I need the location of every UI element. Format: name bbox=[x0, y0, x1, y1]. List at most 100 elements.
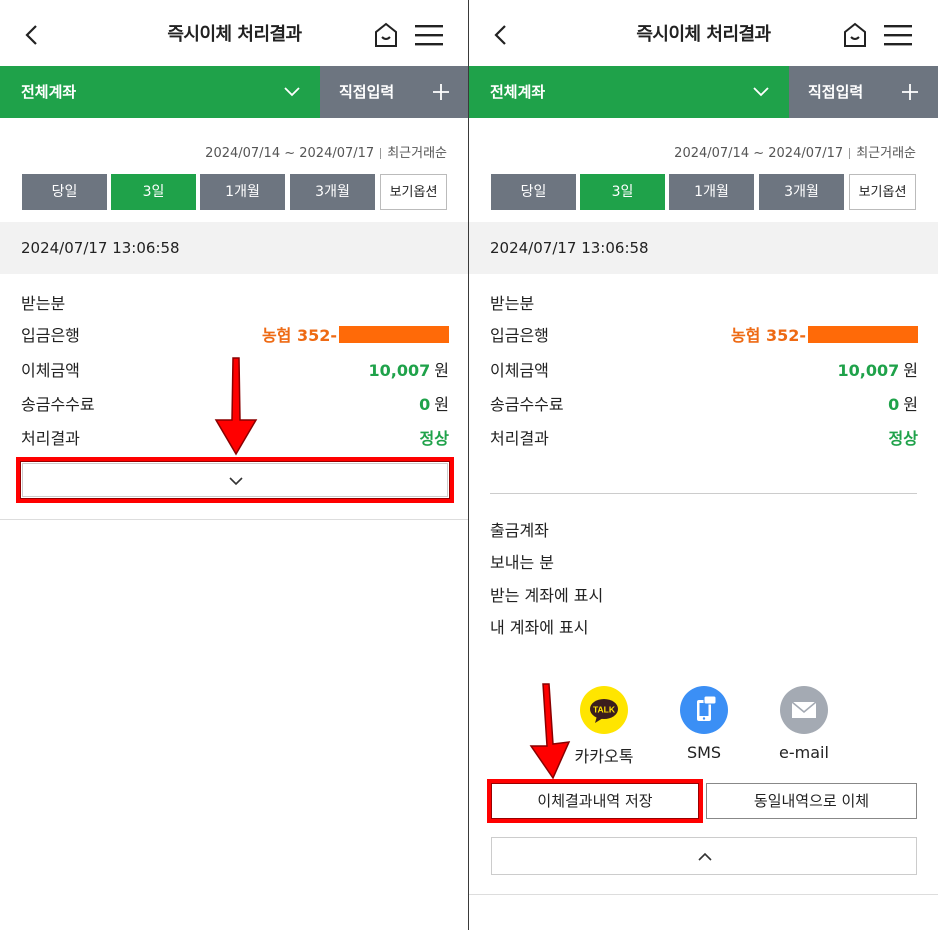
range-separator bbox=[380, 148, 382, 159]
recipient-label: 받는분 bbox=[21, 294, 66, 313]
all-accounts-dropdown[interactable]: 전체계좌 bbox=[0, 66, 320, 118]
app-header: 즉시이체 처리결과 bbox=[0, 0, 469, 66]
amount-label: 이체금액 bbox=[490, 361, 549, 380]
period-3days-button[interactable]: 3일 bbox=[580, 174, 665, 210]
amount-row: 이체금액 10,007 원 bbox=[490, 357, 918, 381]
envelope-icon bbox=[791, 701, 817, 718]
fee-unit: 원 bbox=[903, 395, 918, 414]
view-options-button[interactable]: 보기옵션 bbox=[849, 174, 916, 210]
speech-bubble-icon: TALK bbox=[590, 699, 618, 723]
share-email-button[interactable]: e-mail bbox=[754, 686, 854, 762]
direct-input-button[interactable]: 직접입력 bbox=[320, 66, 469, 118]
red-arrow-down-icon bbox=[529, 683, 571, 780]
red-arrow-down-icon bbox=[214, 357, 258, 456]
amount-unit: 원 bbox=[434, 361, 449, 380]
email-icon bbox=[780, 686, 828, 734]
date-range-text: 2024/07/14 ~ 2024/07/17 bbox=[674, 146, 844, 161]
result-value: 정상 bbox=[419, 429, 449, 448]
bank-row: 입금은행 농협 352- bbox=[490, 322, 918, 346]
transaction-date-band: 2024/07/17 13:06:58 bbox=[469, 222, 938, 274]
direct-input-label: 직접입력 bbox=[808, 83, 864, 101]
section-divider bbox=[469, 894, 938, 895]
sort-order-text[interactable]: 최근거래순 bbox=[856, 146, 916, 161]
date-range-info: 2024/07/14 ~ 2024/07/17 최근거래순 bbox=[205, 142, 447, 161]
fee-value: 0원 bbox=[419, 391, 449, 415]
redacted-account-number bbox=[808, 326, 918, 343]
result-label: 처리결과 bbox=[490, 429, 549, 448]
withdraw-account-row: 출금계좌 bbox=[490, 517, 918, 541]
period-today-button[interactable]: 당일 bbox=[491, 174, 576, 210]
sender-label: 보내는 분 bbox=[490, 553, 554, 572]
fee-value: 0원 bbox=[888, 391, 918, 415]
period-1month-button[interactable]: 1개월 bbox=[200, 174, 285, 210]
email-label: e-mail bbox=[779, 743, 829, 762]
amount-number: 10,007 bbox=[368, 361, 431, 380]
plus-icon bbox=[902, 84, 918, 100]
sms-label: SMS bbox=[686, 743, 722, 762]
hamburger-menu-icon[interactable] bbox=[414, 22, 444, 48]
direct-input-button[interactable]: 직접입력 bbox=[789, 66, 938, 118]
date-range-text: 2024/07/14 ~ 2024/07/17 bbox=[205, 146, 375, 161]
period-3months-button[interactable]: 3개월 bbox=[759, 174, 844, 210]
all-accounts-dropdown[interactable]: 전체계좌 bbox=[469, 66, 789, 118]
app-header: 즉시이체 처리결과 bbox=[469, 0, 938, 66]
period-today-button[interactable]: 당일 bbox=[22, 174, 107, 210]
amount-value: 10,007 원 bbox=[838, 357, 918, 381]
bank-label: 입금은행 bbox=[490, 326, 549, 345]
chevron-down-icon bbox=[753, 87, 769, 97]
left-screen: 즉시이체 처리결과 전체계좌 직접입력 2024/07/14 ~ 2024/07… bbox=[0, 0, 469, 930]
period-3months-button[interactable]: 3개월 bbox=[290, 174, 375, 210]
sort-order-text[interactable]: 최근거래순 bbox=[387, 146, 447, 161]
account-selector-bar: 전체계좌 직접입력 bbox=[0, 66, 469, 118]
range-separator bbox=[849, 148, 851, 159]
highlight-box bbox=[487, 779, 703, 823]
transaction-datetime: 2024/07/17 13:06:58 bbox=[21, 239, 180, 257]
fee-label: 송금수수료 bbox=[21, 395, 95, 414]
sender-row: 보내는 분 bbox=[490, 549, 918, 573]
chevron-up-icon bbox=[698, 852, 712, 861]
bank-label: 입금은행 bbox=[21, 326, 80, 345]
sms-icon bbox=[680, 686, 728, 734]
chevron-down-icon bbox=[284, 87, 300, 97]
period-filter: 당일 3일 1개월 3개월 보기옵션 bbox=[22, 174, 448, 210]
plus-icon bbox=[433, 84, 449, 100]
phone-message-icon bbox=[697, 695, 717, 721]
result-label: 처리결과 bbox=[21, 429, 80, 448]
amount-value: 10,007 원 bbox=[369, 357, 449, 381]
repeat-transfer-button[interactable]: 동일내역으로 이체 bbox=[706, 783, 917, 819]
redacted-account-number bbox=[339, 326, 449, 343]
kakaotalk-icon: TALK bbox=[580, 686, 628, 734]
hamburger-menu-icon[interactable] bbox=[883, 22, 913, 48]
fee-number: 0 bbox=[888, 395, 900, 414]
bank-value: 농협 352- bbox=[731, 322, 918, 346]
recipient-memo-row: 받는 계좌에 표시 bbox=[490, 582, 918, 606]
my-memo-row: 내 계좌에 표시 bbox=[490, 614, 918, 638]
highlight-box bbox=[16, 457, 454, 503]
view-options-button[interactable]: 보기옵션 bbox=[380, 174, 447, 210]
result-row: 처리결과 정상 bbox=[490, 425, 918, 449]
my-memo-label: 내 계좌에 표시 bbox=[490, 618, 589, 637]
home-icon[interactable] bbox=[839, 20, 871, 50]
withdraw-account-label: 출금계좌 bbox=[490, 521, 549, 540]
section-divider bbox=[0, 519, 469, 520]
recipient-row: 받는분 bbox=[21, 290, 449, 314]
right-screen: 즉시이체 처리결과 전체계좌 직접입력 2024/07/14 ~ 2024/07… bbox=[469, 0, 938, 930]
bank-account-text: 농협 352- bbox=[261, 326, 337, 345]
period-filter: 당일 3일 1개월 3개월 보기옵션 bbox=[491, 174, 917, 210]
home-icon[interactable] bbox=[370, 20, 402, 50]
period-1month-button[interactable]: 1개월 bbox=[669, 174, 754, 210]
details-divider bbox=[490, 493, 917, 494]
kakao-talk-text: TALK bbox=[593, 705, 616, 715]
bank-account-text: 농협 352- bbox=[730, 326, 806, 345]
date-range-info: 2024/07/14 ~ 2024/07/17 최근거래순 bbox=[674, 142, 916, 161]
share-sms-button[interactable]: SMS bbox=[654, 686, 754, 762]
transaction-datetime: 2024/07/17 13:06:58 bbox=[490, 239, 649, 257]
all-accounts-label: 전체계좌 bbox=[490, 83, 546, 101]
fee-unit: 원 bbox=[434, 395, 449, 414]
fee-number: 0 bbox=[419, 395, 431, 414]
period-3days-button[interactable]: 3일 bbox=[111, 174, 196, 210]
collapse-details-button[interactable] bbox=[491, 837, 917, 875]
recipient-row: 받는분 bbox=[490, 290, 918, 314]
direct-input-label: 직접입력 bbox=[339, 83, 395, 101]
amount-unit: 원 bbox=[903, 361, 918, 380]
